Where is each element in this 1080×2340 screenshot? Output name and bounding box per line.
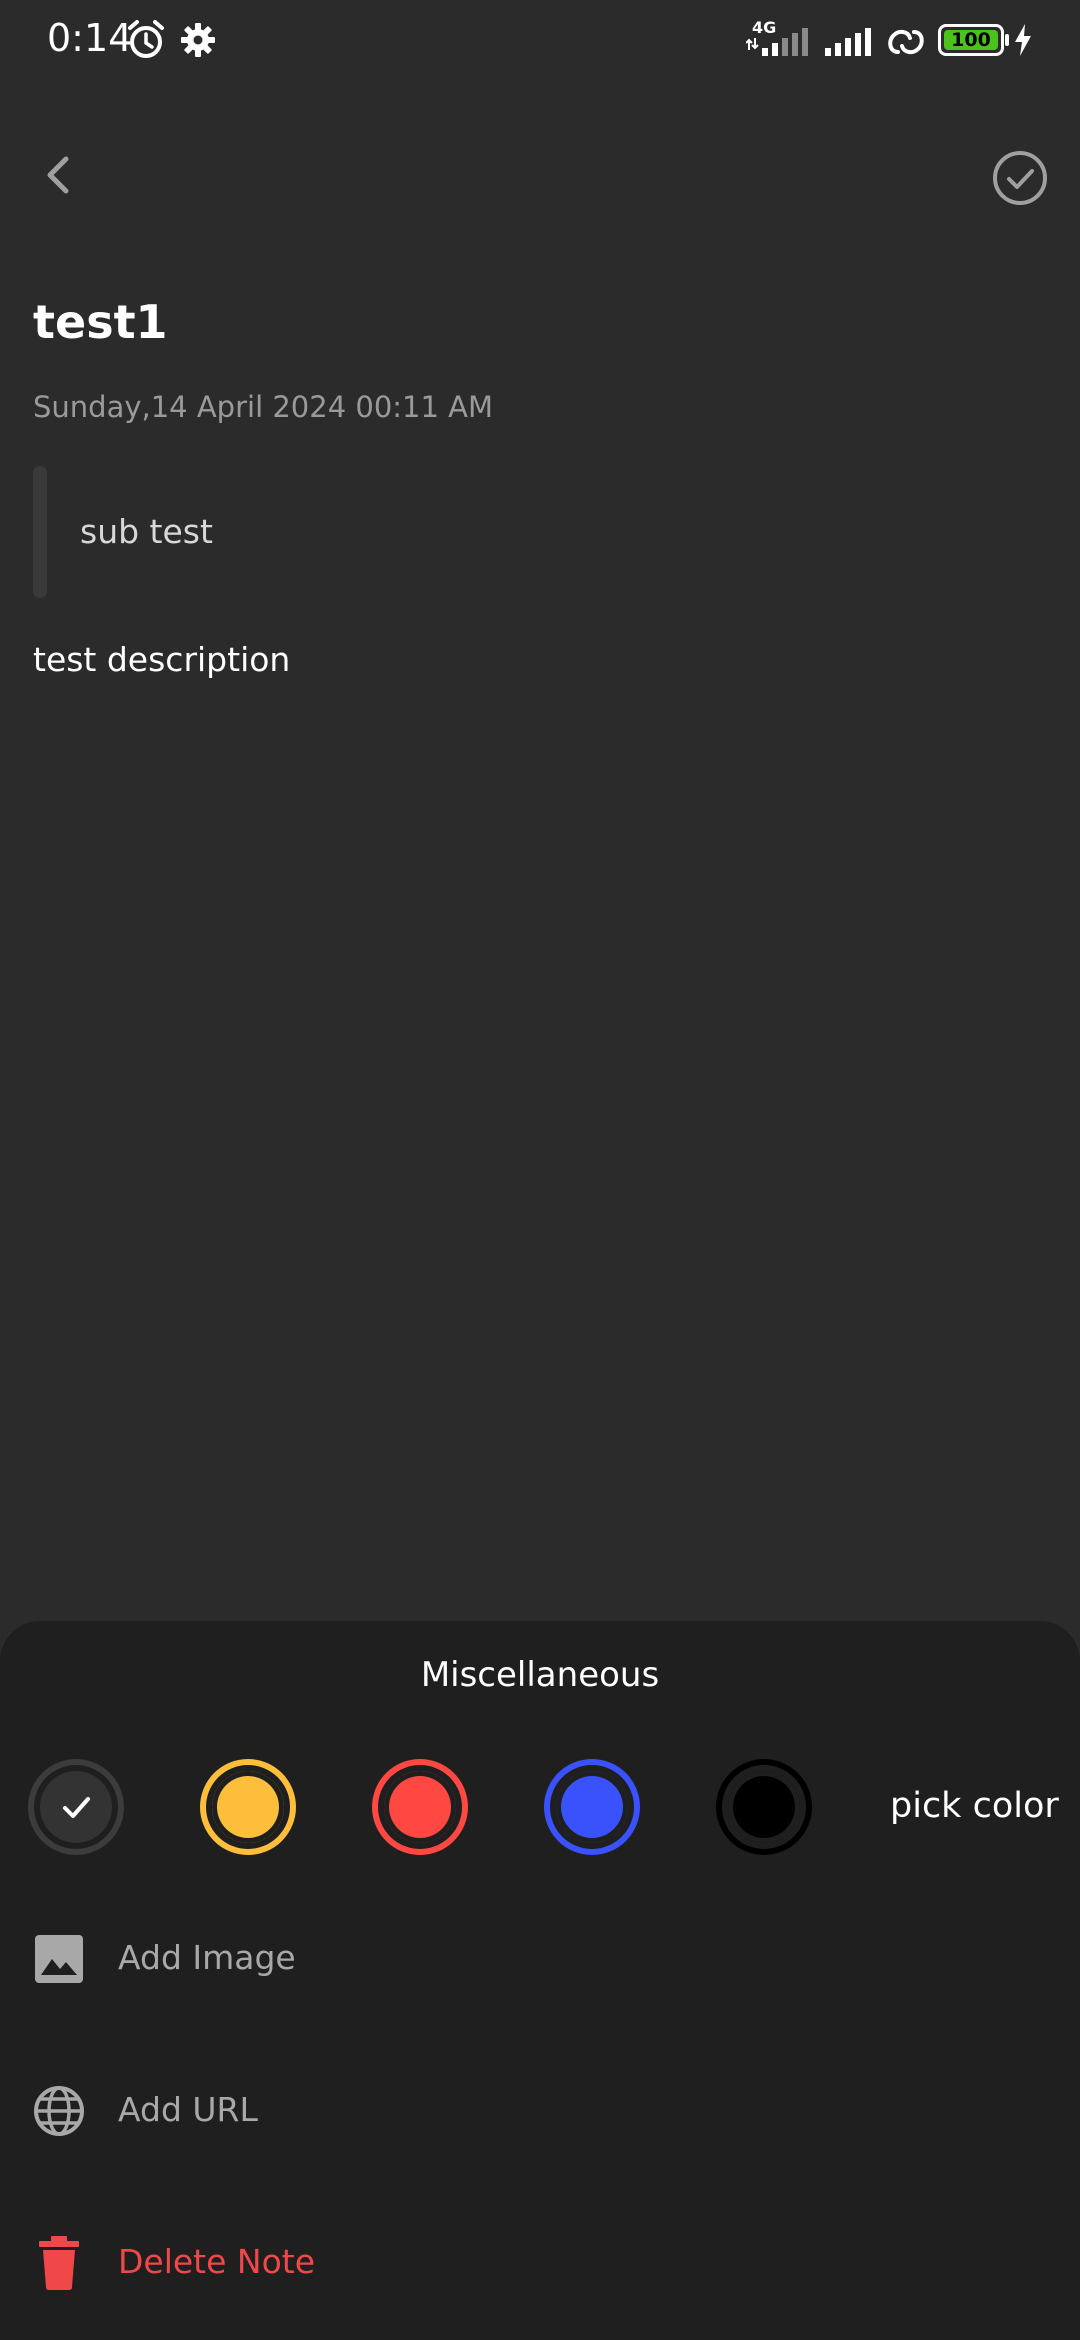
- signal-4g-icon: [746, 28, 808, 56]
- color-swatch-yellow[interactable]: [200, 1759, 296, 1855]
- color-swatch-red[interactable]: [372, 1759, 468, 1855]
- back-button[interactable]: [30, 145, 90, 205]
- alarm-icon: [128, 20, 164, 58]
- battery-level: 100: [951, 29, 991, 51]
- note-title-input[interactable]: test1: [33, 295, 168, 349]
- note-subtitle-input[interactable]: sub test: [80, 512, 213, 551]
- image-icon: [35, 1935, 83, 1983]
- check-icon: [63, 1797, 90, 1818]
- link-icon: [888, 29, 924, 55]
- note-body-input[interactable]: test description: [33, 640, 290, 679]
- chevron-left-icon: [47, 156, 69, 194]
- note-date: Sunday,14 April 2024 00:11 AM: [33, 390, 494, 424]
- globe-icon: [34, 2086, 84, 2136]
- trash-icon: [39, 2236, 79, 2290]
- pick-color-button[interactable]: pick color: [890, 1786, 1059, 1826]
- charging-icon: [1015, 24, 1031, 56]
- signal-icon: [825, 28, 871, 56]
- gear-icon: [181, 23, 215, 57]
- delete-note-label: Delete Note: [118, 2242, 316, 2281]
- delete-note-button[interactable]: Delete Note: [0, 2208, 1080, 2318]
- add-url-button[interactable]: Add URL: [0, 2056, 1080, 2166]
- add-url-label: Add URL: [118, 2090, 258, 2129]
- battery-tip: [1005, 34, 1009, 46]
- note-editor-screen: 0:14 4G 100 test1 Sunday,14 April 2024 0…: [0, 0, 1080, 2340]
- status-time: 0:14: [47, 16, 133, 60]
- save-note-button[interactable]: [990, 148, 1050, 208]
- sheet-title[interactable]: Miscellaneous: [0, 1655, 1080, 1695]
- add-image-button[interactable]: Add Image: [0, 1904, 1080, 2014]
- check-circle-icon: [993, 151, 1047, 205]
- color-swatch-blue[interactable]: [544, 1759, 640, 1855]
- subtitle-indicator-bar: [33, 466, 47, 598]
- color-swatch-default[interactable]: [28, 1759, 124, 1855]
- battery-icon: 100: [938, 24, 1004, 56]
- color-swatch-black[interactable]: [716, 1759, 812, 1855]
- status-bar: 0:14 4G 100: [0, 0, 1080, 80]
- add-image-label: Add Image: [118, 1938, 296, 1977]
